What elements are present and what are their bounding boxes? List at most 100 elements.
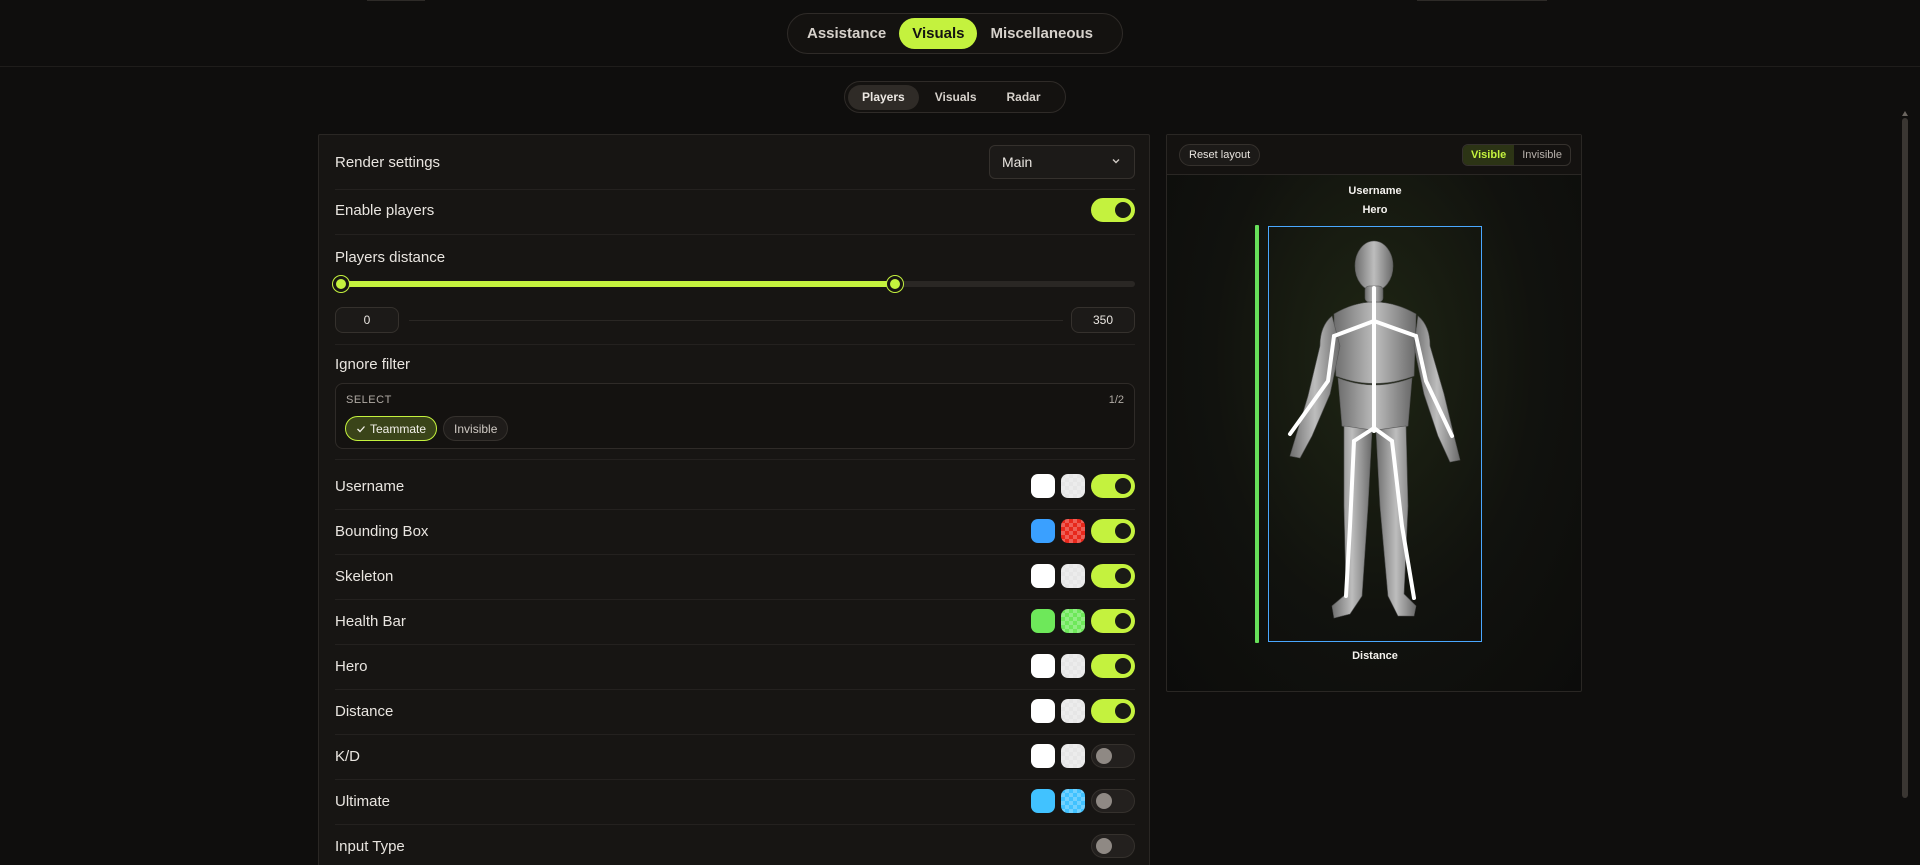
tab-visuals[interactable]: Visuals [899,18,978,49]
color-swatch-primary[interactable] [1031,519,1055,543]
subtab-radar[interactable]: Radar [993,85,1055,110]
render-settings-label: Render settings [335,153,441,171]
invisible-option[interactable]: Invisible [1514,145,1570,165]
color-swatch-primary[interactable] [1031,699,1055,723]
preview-header: Reset layout Visible Invisible [1167,135,1581,175]
divider [335,459,1135,460]
enable-players-row: Enable players [335,198,1135,222]
color-swatch-secondary[interactable] [1061,609,1085,633]
toggle-knob [1115,523,1131,539]
subtab-visuals[interactable]: Visuals [921,85,991,110]
feature-label: Skeleton [335,567,394,585]
divider [335,344,1135,345]
color-swatch-primary[interactable] [1031,789,1055,813]
color-swatch-secondary[interactable] [1061,654,1085,678]
distance-max-input[interactable]: 350 [1071,307,1135,333]
page-scrollbar[interactable] [1902,118,1908,798]
reset-layout-button[interactable]: Reset layout [1179,144,1261,166]
chip-label: Invisible [454,421,498,436]
feature-toggle-skeleton[interactable] [1091,564,1135,588]
scroll-up-icon[interactable] [1902,111,1908,116]
esp-preview: Reset layout Visible Invisible Username … [1166,134,1582,692]
divider [335,824,1135,825]
subtab-players[interactable]: Players [848,84,919,110]
tab-miscellaneous[interactable]: Miscellaneous [977,18,1106,49]
feature-toggle-input-type[interactable] [1091,834,1135,858]
tab-assistance[interactable]: Assistance [794,18,899,49]
filter-chips: Teammate Invisible [345,416,509,441]
feature-toggle-health-bar[interactable] [1091,609,1135,633]
preview-health-bar[interactable] [1255,225,1259,643]
divider [335,554,1135,555]
feature-label: Bounding Box [335,522,429,540]
feature-row-k-d: K/D [335,739,1135,773]
top-strip-right [1417,0,1547,1]
divider [335,734,1135,735]
distance-min-input[interactable]: 0 [335,307,399,333]
feature-label: K/D [335,747,361,765]
chevron-down-icon [1112,159,1120,164]
feature-row-skeleton: Skeleton [335,559,1135,593]
slider-min-thumb[interactable] [333,276,349,292]
color-swatch-primary[interactable] [1031,744,1055,768]
feature-row-distance: Distance [335,694,1135,728]
preview-distance[interactable]: Distance [1167,650,1581,662]
visible-option[interactable]: Visible [1462,145,1515,165]
color-swatch-secondary[interactable] [1061,474,1085,498]
players-distance-row: Players distance [335,247,1135,267]
color-swatch-secondary[interactable] [1061,699,1085,723]
feature-toggle-distance[interactable] [1091,699,1135,723]
feature-toggle-hero[interactable] [1091,654,1135,678]
feature-row-bounding-box: Bounding Box [335,514,1135,548]
chip-teammate[interactable]: Teammate [345,416,438,441]
ignore-filter-label: Ignore filter [335,355,411,373]
divider [335,509,1135,510]
render-settings-dropdown[interactable]: Main [989,145,1135,179]
color-swatch-primary[interactable] [1031,609,1055,633]
enable-players-toggle[interactable] [1091,198,1135,222]
toggle-knob [1115,202,1131,218]
feature-controls [1031,474,1135,498]
feature-row-ultimate: Ultimate [335,784,1135,818]
preview-hero[interactable]: Hero [1167,204,1581,216]
toggle-knob [1115,568,1131,584]
ignore-filter-select: SELECT 1/2 Teammate Invisible [335,383,1135,449]
feature-label: Input Type [335,837,405,855]
feature-label: Username [335,477,405,495]
color-swatch-secondary[interactable] [1061,744,1085,768]
feature-label: Ultimate [335,792,391,810]
color-swatch-primary[interactable] [1031,474,1055,498]
color-swatch-secondary[interactable] [1061,519,1085,543]
visibility-toggle: Visible Invisible [1461,144,1571,166]
feature-toggle-bounding-box[interactable] [1091,519,1135,543]
feature-label: Hero [335,657,368,675]
players-distance-label: Players distance [335,248,446,266]
feature-controls [1031,789,1135,813]
color-swatch-secondary[interactable] [1061,789,1085,813]
slider-fill [335,281,895,287]
character-model [1288,240,1461,619]
feature-toggle-k-d[interactable] [1091,744,1135,768]
feature-row-username: Username [335,469,1135,503]
chip-invisible[interactable]: Invisible [443,416,509,441]
feature-toggle-ultimate[interactable] [1091,789,1135,813]
feature-controls [1031,564,1135,588]
slider-max-thumb[interactable] [887,276,903,292]
preview-username[interactable]: Username [1167,185,1581,197]
feature-toggle-username[interactable] [1091,474,1135,498]
divider [335,189,1135,190]
divider [335,689,1135,690]
color-swatch-primary[interactable] [1031,654,1055,678]
enable-players-label: Enable players [335,201,435,219]
chip-label: Teammate [370,421,427,436]
feature-controls [1031,609,1135,633]
players-distance-slider[interactable] [333,276,1135,292]
toggle-knob [1096,748,1112,764]
header-divider [0,66,1920,67]
toggle-knob [1096,793,1112,809]
color-swatch-primary[interactable] [1031,564,1055,588]
top-strip-left [367,0,425,1]
sub-tab-bar: Players Visuals Radar [844,81,1066,113]
divider [335,644,1135,645]
color-swatch-secondary[interactable] [1061,564,1085,588]
